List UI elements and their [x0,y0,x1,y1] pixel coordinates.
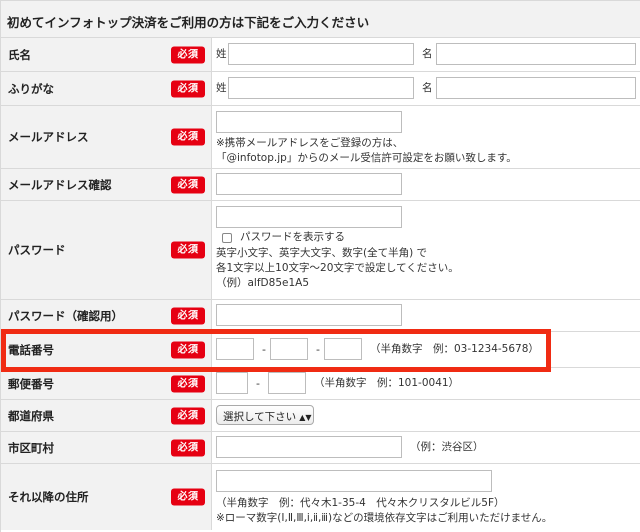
required-badge: 必須 [171,439,205,456]
first-furigana-prefix: 名 [422,82,433,94]
phone-hint: （半角数字 例：03-1234-5678） [370,343,539,355]
required-badge: 必須 [171,128,205,146]
first-name-input[interactable] [436,43,636,65]
name-label: 氏名 [8,47,31,62]
last-name-input[interactable] [228,43,414,65]
row-postal: 郵便番号 必須 - （半角数字 例：101-0041） [1,368,640,400]
postal-code-first-input[interactable] [216,372,248,394]
last-furigana-input[interactable] [228,77,414,99]
show-password-label: パスワードを表示する [240,231,345,243]
phone-number-input[interactable] [324,338,362,360]
phone-separator-2: - [316,343,320,356]
password-note-1: 英字小文字、英字大文字、数字(全て半角) で [216,247,428,259]
input-cell-phone: - - （半角数字 例：03-1234-5678） [212,332,640,367]
input-cell-postal: - （半角数字 例：101-0041） [212,368,640,399]
input-cell-password: パスワードを表示する 英字小文字、英字大文字、数字(全て半角) で 各1文字以上… [212,201,640,299]
address-hint-2: ※ローマ数字(Ⅰ,Ⅱ,Ⅲ,ⅰ,ⅱ,ⅲ)などの環境依存文字はご利用いただけません。 [216,512,553,524]
address-input[interactable] [216,470,492,492]
furigana-label: ふりがな [8,81,54,96]
row-email-confirm: メールアドレス確認 必須 [1,169,640,201]
email-confirm-label: メールアドレス確認 [8,177,112,192]
email-note-2: 「@infotop.jp」からのメール受信許可設定をお願い致します。 [216,152,517,164]
postal-separator: - [256,377,260,390]
phone-area-code-input[interactable] [216,338,254,360]
password-note-2: 各1文字以上10文字〜20文字で設定してください。 [216,262,459,274]
address-hint-1: （半角数字 例：代々木1-35-4 代々木クリスタルビル5F） [216,497,505,509]
required-badge: 必須 [171,488,205,506]
input-cell-email-confirm [212,169,640,200]
required-badge: 必須 [171,80,205,97]
input-cell-address: （半角数字 例：代々木1-35-4 代々木クリスタルビル5F） ※ローマ数字(Ⅰ… [212,464,640,530]
show-password-checkbox[interactable] [222,233,232,243]
email-input[interactable] [216,111,402,133]
email-label: メールアドレス [8,130,89,144]
city-input[interactable] [216,436,402,458]
city-label: 市区町村 [8,440,54,455]
required-badge: 必須 [171,341,205,358]
prefecture-label: 都道府県 [8,408,54,423]
row-password-confirm: パスワード（確認用） 必須 [1,300,640,332]
required-badge: 必須 [171,407,205,424]
address-label: それ以降の住所 [8,490,89,504]
select-arrows-icon: ▲▼ [299,413,312,422]
form-title: 初めてインフォトップ決済をご利用の方は下記をご入力ください [7,15,370,30]
form-header: 初めてインフォトップ決済をご利用の方は下記をご入力ください [1,0,640,38]
payment-registration-form: 初めてインフォトップ決済をご利用の方は下記をご入力ください 氏名 必須 姓 名 … [0,0,640,532]
first-name-prefix: 名 [422,48,433,60]
label-cell-email-confirm: メールアドレス確認 必須 [1,169,212,200]
postal-hint: （半角数字 例：101-0041） [314,377,460,389]
label-cell-password-confirm: パスワード（確認用） 必須 [1,300,212,331]
password-note-3: （例）alfD85e1A5 [216,277,309,289]
last-name-prefix: 姓 [216,48,227,60]
input-cell-furigana: 姓 名 [212,72,640,105]
label-cell-address: それ以降の住所 必須 [1,464,212,530]
password-confirm-input[interactable] [216,304,402,326]
input-cell-city: （例：渋谷区） [212,432,640,463]
label-cell-prefecture: 都道府県 必須 [1,400,212,431]
phone-exchange-input[interactable] [270,338,308,360]
row-address: それ以降の住所 必須 （半角数字 例：代々木1-35-4 代々木クリスタルビル5… [1,464,640,530]
required-badge: 必須 [171,46,205,63]
postal-code-second-input[interactable] [268,372,306,394]
input-cell-prefecture: 選択して下さい ▲▼ [212,400,640,431]
password-label: パスワード [8,243,66,257]
label-cell-postal: 郵便番号 必須 [1,368,212,399]
input-cell-name: 姓 名 [212,38,640,71]
prefecture-select[interactable]: 選択して下さい ▲▼ [216,405,314,425]
label-cell-name: 氏名 必須 [1,38,212,71]
phone-label: 電話番号 [8,342,54,357]
input-cell-password-confirm [212,300,640,331]
email-note-1: ※携帯メールアドレスをご登録の方は、 [216,137,404,149]
first-furigana-input[interactable] [436,77,636,99]
prefecture-selected-value: 選択して下さい [223,411,297,423]
required-badge: 必須 [171,307,205,324]
row-furigana: ふりがな 必須 姓 名 [1,72,640,106]
row-city: 市区町村 必須 （例：渋谷区） [1,432,640,464]
required-badge: 必須 [171,241,205,259]
row-password: パスワード 必須 パスワードを表示する 英字小文字、英字大文字、数字(全て半角)… [1,201,640,300]
email-confirm-input[interactable] [216,173,402,195]
label-cell-password: パスワード 必須 [1,201,212,299]
phone-separator-1: - [262,343,266,356]
password-input[interactable] [216,206,402,228]
row-prefecture: 都道府県 必須 選択して下さい ▲▼ [1,400,640,432]
password-confirm-label: パスワード（確認用） [8,308,123,323]
last-furigana-prefix: 姓 [216,82,227,94]
label-cell-furigana: ふりがな 必須 [1,72,212,105]
postal-label: 郵便番号 [8,376,54,391]
label-cell-city: 市区町村 必須 [1,432,212,463]
city-hint: （例：渋谷区） [410,441,484,453]
row-name: 氏名 必須 姓 名 [1,38,640,72]
required-badge: 必須 [171,176,205,193]
row-email: メールアドレス 必須 ※携帯メールアドレスをご登録の方は、 「@infotop.… [1,106,640,169]
row-phone: 電話番号 必須 - - （半角数字 例：03-1234-5678） [1,332,640,368]
label-cell-email: メールアドレス 必須 [1,106,212,168]
input-cell-email: ※携帯メールアドレスをご登録の方は、 「@infotop.jp」からのメール受信… [212,106,640,168]
required-badge: 必須 [171,375,205,392]
label-cell-phone: 電話番号 必須 [1,332,212,367]
